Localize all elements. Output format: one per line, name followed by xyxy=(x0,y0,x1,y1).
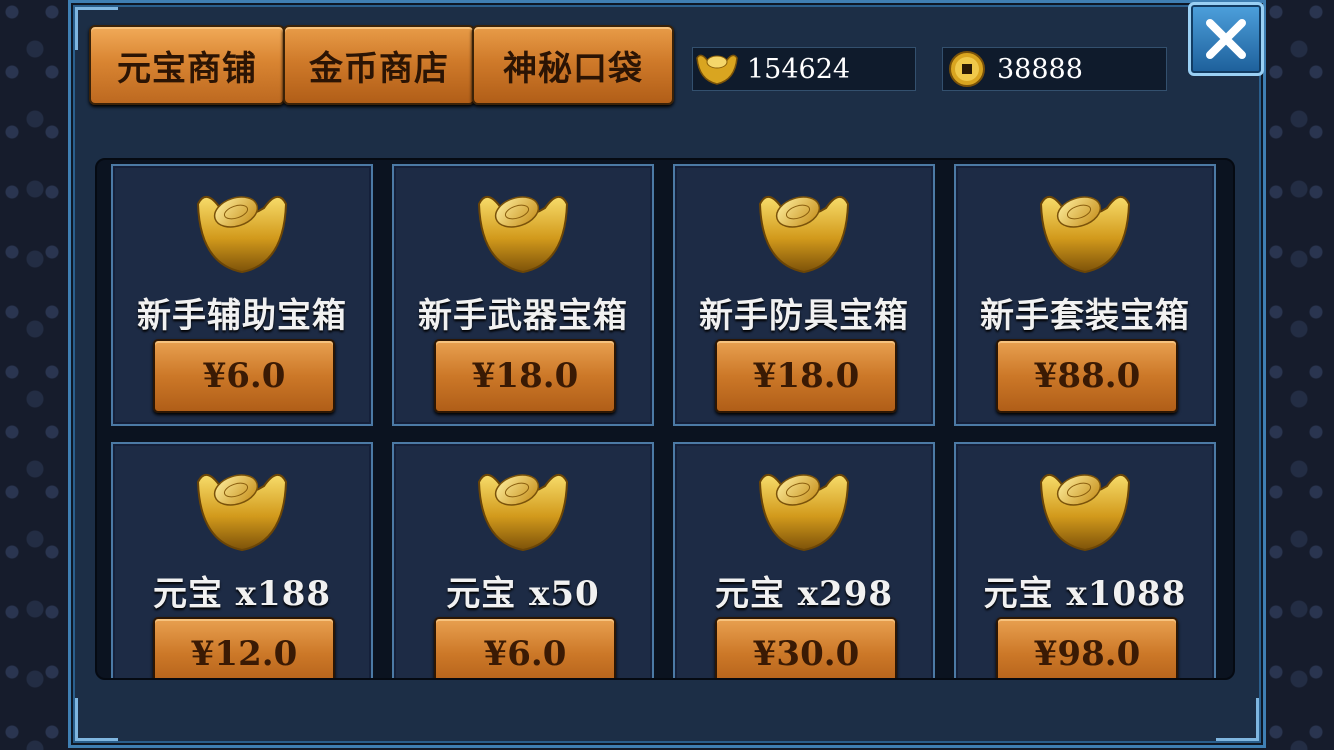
buy-price-button[interactable]: ¥6.0 xyxy=(434,617,616,678)
frame-corner-ornament xyxy=(1216,698,1259,741)
shop-item-card: 新手防具宝箱 ¥18.0 xyxy=(673,164,935,426)
tab-mystery-bag[interactable]: 神秘口袋 xyxy=(472,25,674,105)
item-name: 元宝 x298 xyxy=(714,574,894,614)
shop-item-card: 新手辅助宝箱 ¥6.0 xyxy=(111,164,373,426)
gold-ingot-icon xyxy=(113,182,371,278)
background-pattern-right xyxy=(1264,0,1334,750)
item-name: 新手辅助宝箱 xyxy=(137,296,347,336)
background-pattern-left xyxy=(0,0,70,750)
item-grid: 新手辅助宝箱 ¥6.0 新手武器宝箱 ¥18.0 新手防具宝箱 ¥18.0 新手套装宝… xyxy=(95,158,1235,680)
buy-price-button[interactable]: ¥98.0 xyxy=(996,617,1178,678)
gold-ingot-icon xyxy=(956,460,1214,556)
close-icon xyxy=(1206,19,1246,59)
item-name: 新手套装宝箱 xyxy=(980,296,1190,336)
buy-price-button[interactable]: ¥18.0 xyxy=(715,339,897,413)
gold-coin-icon xyxy=(943,47,991,91)
gold-ingot-icon xyxy=(956,182,1214,278)
shop-item-card: 元宝 x188 ¥12.0 xyxy=(111,442,373,678)
coin-balance-value: 38888 xyxy=(997,53,1083,85)
shop-item-card: 元宝 x1088 ¥98.0 xyxy=(954,442,1216,678)
close-button[interactable] xyxy=(1188,2,1264,76)
buy-price-button[interactable]: ¥88.0 xyxy=(996,339,1178,413)
coin-balance: 38888 xyxy=(942,47,1167,91)
gold-ingot-icon xyxy=(693,47,741,91)
gold-ingot-icon xyxy=(394,182,652,278)
item-name: 元宝 x50 xyxy=(446,574,600,614)
shop-item-card: 元宝 x50 ¥6.0 xyxy=(392,442,654,678)
item-name: 元宝 x1088 xyxy=(983,574,1187,614)
shop-item-card: 新手套装宝箱 ¥88.0 xyxy=(954,164,1216,426)
item-name: 元宝 x188 xyxy=(152,574,332,614)
buy-price-button[interactable]: ¥12.0 xyxy=(153,617,335,678)
gold-ingot-icon xyxy=(113,460,371,556)
item-name: 新手武器宝箱 xyxy=(418,296,628,336)
ingot-balance: 154624 xyxy=(692,47,916,91)
tab-gold-coin-shop[interactable]: 金币商店 xyxy=(283,25,475,105)
buy-price-button[interactable]: ¥30.0 xyxy=(715,617,897,678)
gold-ingot-icon xyxy=(675,182,933,278)
buy-price-button[interactable]: ¥6.0 xyxy=(153,339,335,413)
buy-price-button[interactable]: ¥18.0 xyxy=(434,339,616,413)
gold-ingot-icon xyxy=(675,460,933,556)
frame-corner-ornament xyxy=(75,698,118,741)
ingot-balance-value: 154624 xyxy=(747,53,851,85)
shop-item-card: 元宝 x298 ¥30.0 xyxy=(673,442,935,678)
item-name: 新手防具宝箱 xyxy=(699,296,909,336)
gold-ingot-icon xyxy=(394,460,652,556)
tab-ingot-shop[interactable]: 元宝商铺 xyxy=(89,25,285,105)
shop-item-card: 新手武器宝箱 ¥18.0 xyxy=(392,164,654,426)
